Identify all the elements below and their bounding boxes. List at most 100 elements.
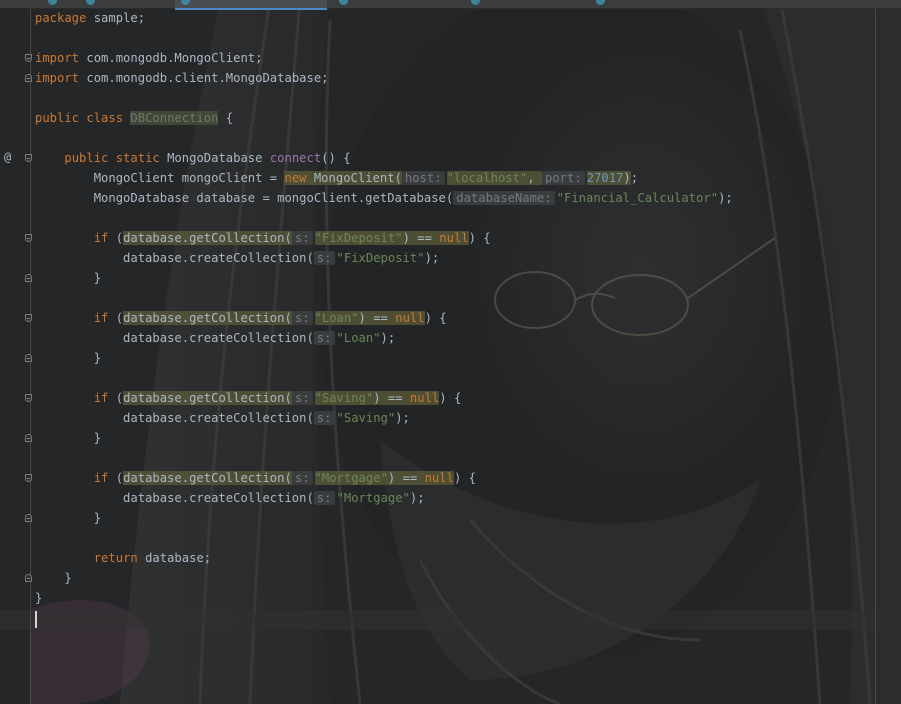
code-line[interactable]: database.createCollection(s: "Saving"); — [35, 408, 733, 428]
code-line[interactable] — [35, 528, 733, 548]
code-line[interactable]: } — [35, 568, 733, 588]
java-class-icon — [86, 0, 95, 5]
string-literal: "Saving" — [314, 391, 374, 405]
code-line[interactable]: public class DBConnection { — [35, 108, 733, 128]
editor-gutter[interactable]: @ — [0, 8, 34, 704]
override-marker-icon[interactable]: @ — [4, 150, 11, 164]
keyword-token: public class — [35, 111, 131, 125]
code-token: com.mongodb.MongoClient; — [79, 51, 263, 65]
code-token: database.getCollection( — [123, 471, 292, 485]
string-literal: "localhost" — [446, 171, 528, 185]
keyword-token: null — [439, 231, 469, 245]
code-token: ); — [424, 251, 440, 265]
code-token: database.createCollection( — [35, 251, 314, 265]
editor-tab-active[interactable] — [175, 0, 327, 10]
editor-tab-bar — [0, 0, 901, 10]
code-line[interactable]: database.createCollection(s: "FixDeposit"… — [35, 248, 733, 268]
code-line[interactable]: import com.mongodb.client.MongoDatabase; — [35, 68, 733, 88]
parameter-hint: s: — [291, 391, 313, 405]
fold-imports-icon[interactable] — [25, 54, 32, 62]
code-token: } — [35, 431, 102, 445]
code-token: } — [35, 591, 43, 605]
code-line[interactable]: if (database.getCollection(s: "Mortgage")… — [35, 468, 733, 488]
code-line[interactable]: } — [35, 268, 733, 288]
keyword-token: null — [409, 391, 440, 405]
keyword-token: if — [93, 311, 116, 325]
fold-if-icon[interactable] — [25, 314, 32, 322]
code-line[interactable]: MongoDatabase database = mongoClient.get… — [35, 188, 733, 208]
code-line[interactable]: if (database.getCollection(s: "Loan") == … — [35, 308, 733, 328]
editor-tab[interactable] — [80, 0, 172, 8]
code-line[interactable] — [35, 368, 733, 388]
code-line[interactable] — [35, 128, 733, 148]
string-literal: "Saving" — [336, 411, 396, 425]
code-line[interactable] — [35, 288, 733, 308]
code-line[interactable]: MongoClient mongoClient = new MongoClien… — [35, 168, 733, 188]
editor-tab[interactable] — [465, 0, 585, 8]
code-token: database; — [145, 551, 212, 565]
code-token: ) { — [453, 471, 476, 485]
keyword-token: null — [424, 471, 454, 485]
string-literal: "FixDeposit" — [314, 231, 403, 245]
code-line[interactable]: } — [35, 428, 733, 448]
code-line[interactable]: if (database.getCollection(s: "FixDeposit… — [35, 228, 733, 248]
method-name: connect — [269, 151, 322, 165]
code-line[interactable]: database.createCollection(s: "Mortgage"); — [35, 488, 733, 508]
code-token: } — [35, 271, 102, 285]
java-class-icon — [48, 0, 57, 5]
code-line[interactable] — [35, 28, 733, 48]
fold-if-end-icon[interactable] — [25, 514, 32, 522]
code-line[interactable]: return database; — [35, 548, 733, 568]
code-line[interactable]: } — [35, 508, 733, 528]
code-line[interactable] — [35, 88, 733, 108]
code-token: MongoDatabase database = mongoClient.get… — [35, 191, 454, 205]
code-line[interactable]: package sample; — [35, 8, 733, 28]
string-literal: "Loan" — [336, 331, 381, 345]
code-line[interactable]: } — [35, 348, 733, 368]
fold-if-end-icon[interactable] — [25, 274, 32, 282]
fold-if-icon[interactable] — [25, 394, 32, 402]
fold-if-end-icon[interactable] — [25, 434, 32, 442]
fold-imports-end-icon[interactable] — [25, 74, 32, 82]
code-line[interactable]: } — [35, 588, 733, 608]
keyword-token: null — [395, 311, 425, 325]
code-token: ) { — [468, 231, 491, 245]
fold-if-end-icon[interactable] — [25, 354, 32, 362]
parameter-hint: databaseName: — [453, 191, 555, 205]
code-line[interactable]: database.createCollection(s: "Loan"); — [35, 328, 733, 348]
code-line[interactable]: import com.mongodb.MongoClient; — [35, 48, 733, 68]
code-line[interactable]: public static MongoDatabase connect() { — [35, 148, 733, 168]
code-token: ( — [115, 231, 124, 245]
code-token: database.createCollection( — [35, 491, 314, 505]
code-line[interactable]: if (database.getCollection(s: "Saving") =… — [35, 388, 733, 408]
code-token: database.getCollection( — [123, 311, 292, 325]
code-editor[interactable]: package sample; import com.mongodb.MongoC… — [35, 8, 733, 628]
code-line[interactable] — [35, 448, 733, 468]
string-literal: "Mortgage" — [314, 471, 388, 485]
editor-tab[interactable] — [0, 0, 60, 8]
parameter-hint: s: — [313, 331, 335, 345]
parameter-hint: host: — [401, 171, 445, 185]
code-token: , — [527, 171, 542, 185]
string-literal: "Loan" — [314, 311, 359, 325]
keyword-token: return — [93, 551, 146, 565]
code-line[interactable] — [35, 608, 733, 628]
code-token: ) { — [439, 391, 462, 405]
keyword-token: public static — [64, 151, 168, 165]
code-token: ); — [409, 491, 425, 505]
fold-if-icon[interactable] — [25, 474, 32, 482]
code-token: MongoClient( — [313, 171, 402, 185]
editor-tab[interactable] — [590, 0, 690, 8]
keyword-token: package — [35, 11, 87, 25]
parameter-hint: s: — [313, 411, 335, 425]
editor-tab[interactable] — [335, 0, 460, 8]
code-token: ); — [718, 191, 733, 205]
fold-method-end-icon[interactable] — [25, 574, 32, 582]
code-line[interactable] — [35, 208, 733, 228]
fold-if-icon[interactable] — [25, 234, 32, 242]
fold-method-icon[interactable] — [25, 154, 32, 162]
java-class-icon — [181, 0, 190, 5]
